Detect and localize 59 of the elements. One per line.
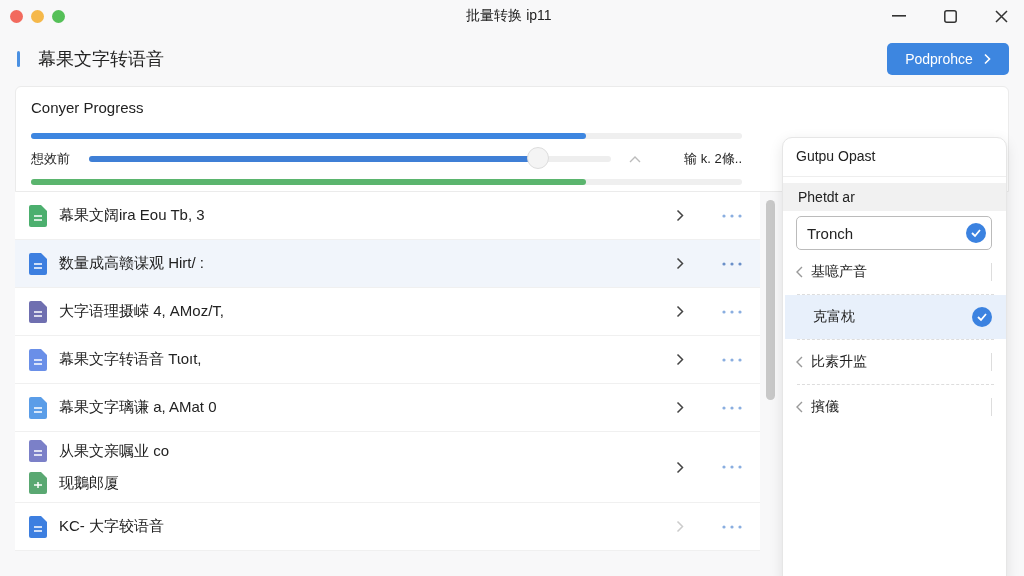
check-icon (972, 307, 992, 327)
progress-title: Conyer Progress (31, 99, 145, 116)
chevron-left-icon (796, 401, 803, 413)
chevron-right-icon[interactable] (676, 353, 684, 366)
file-name: 幕果文字转语音 Tɩoıt, (59, 350, 202, 369)
file-row[interactable]: 大字语理摄嵘 4, AMoz/T, (15, 288, 760, 336)
menu-title: Gutpu Opast (783, 138, 1006, 177)
menu-section-header: Phetdt ar (783, 183, 1006, 211)
menu-item[interactable]: 基噫产音 (783, 250, 1006, 294)
file-row[interactable]: KC- 大字较语音 (15, 503, 760, 551)
minimize-light[interactable] (31, 9, 44, 23)
menu-item-label: 比素升监 (811, 353, 868, 371)
chevron-right-icon (982, 53, 991, 65)
file-name: 数量成高赣谋观 Hirt/ : (59, 254, 204, 273)
more-icon[interactable] (722, 357, 742, 362)
zoom-light[interactable] (52, 9, 65, 23)
scrollbar-thumb[interactable] (766, 200, 775, 400)
chevron-left-icon (796, 356, 803, 368)
slider-thumb[interactable] (526, 147, 549, 169)
chevron-right-icon[interactable] (676, 257, 684, 270)
more-icon[interactable] (722, 405, 742, 410)
minimize-icon[interactable] (892, 15, 906, 17)
chevron-right-icon[interactable] (676, 305, 684, 318)
file-row[interactable]: 数量成高赣谋观 Hirt/ : (15, 240, 760, 288)
file-name: 现鵝郎厦 (59, 473, 119, 493)
close-light[interactable] (10, 9, 23, 23)
chevron-right-icon[interactable] (676, 460, 684, 474)
chevron-right-icon[interactable] (676, 401, 684, 414)
page-title: 幕果文字转语音 (38, 48, 165, 71)
maximize-icon[interactable] (944, 9, 957, 23)
menu-item-label: 擯儀 (811, 398, 840, 416)
more-icon[interactable] (722, 213, 742, 218)
menu-item[interactable]: 克富枕 (785, 295, 1006, 339)
more-icon[interactable] (722, 524, 742, 529)
slider-label: 想效前 (31, 150, 71, 168)
slider-reading: 输 k. 2條.. (684, 150, 742, 168)
chevron-right-icon[interactable] (676, 209, 684, 222)
close-icon[interactable] (995, 9, 1008, 23)
file-row[interactable]: 幕果文字璃谦 a, AMat 0 (15, 384, 760, 432)
output-field[interactable]: Tronch (796, 216, 992, 250)
file-row[interactable]: 幕果文字转语音 Tɩoıt, (15, 336, 760, 384)
window-title: 批量转换 ip11 (466, 7, 552, 25)
menu-item-label: 克富枕 (813, 308, 856, 326)
menu-item[interactable]: 比素升监 (783, 340, 1006, 384)
menu-item-label: 基噫产音 (811, 263, 868, 281)
more-icon[interactable] (722, 309, 742, 314)
file-name: 幕果文阔ira Eou Tb, 3 (59, 206, 205, 225)
file-name: KC- 大字较语音 (59, 517, 164, 536)
file-name: 大字语理摄嵘 4, AMoz/T, (59, 302, 225, 321)
more-icon[interactable] (722, 465, 742, 469)
more-icon[interactable] (722, 261, 742, 266)
proceed-button[interactable]: Podprohce (887, 43, 1009, 75)
file-name: 幕果文字璃谦 a, AMat 0 (59, 398, 217, 417)
file-row[interactable]: 从果文亲嘱业 co 现鵝郎厦 (15, 432, 760, 503)
accent-bar (17, 51, 20, 67)
menu-item[interactable]: 擯儀 (783, 385, 1006, 429)
file-name: 从果文亲嘱业 co (59, 441, 169, 461)
chevron-left-icon (796, 266, 803, 278)
caret-up-icon[interactable] (629, 155, 641, 163)
